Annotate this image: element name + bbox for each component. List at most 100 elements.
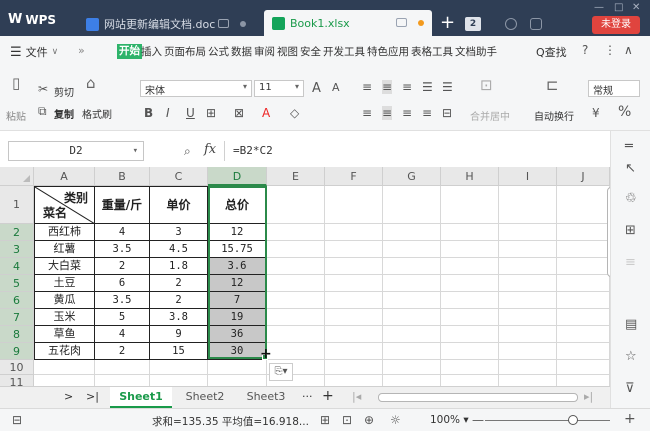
- fx-label[interactable]: fx: [204, 142, 216, 157]
- page-break-view-icon[interactable]: ⊡: [342, 413, 352, 427]
- name-cell[interactable]: 土豆: [34, 275, 95, 292]
- minimize-icon[interactable]: —: [594, 2, 604, 13]
- more-sheets-icon[interactable]: ···: [302, 390, 313, 403]
- total-cell[interactable]: 19: [208, 309, 267, 326]
- grid-cell[interactable]: [150, 360, 208, 375]
- tab-review[interactable]: 审阅: [253, 44, 276, 59]
- grid-cell[interactable]: [441, 258, 499, 275]
- grid-cell[interactable]: [383, 241, 441, 258]
- zoom-icon[interactable]: ⌕: [184, 144, 191, 159]
- eye-protection-icon[interactable]: ☼: [390, 413, 401, 427]
- grid-cell[interactable]: [441, 275, 499, 292]
- tab-features[interactable]: 特色应用: [366, 44, 410, 59]
- percent-icon[interactable]: %: [618, 104, 631, 120]
- collapse-ribbon-icon[interactable]: ∧: [624, 43, 633, 57]
- fill-color-icon[interactable]: ⊠: [234, 106, 244, 120]
- font-color-icon[interactable]: A: [262, 106, 270, 120]
- name-cell[interactable]: 红薯: [34, 241, 95, 258]
- grid-cell[interactable]: [383, 326, 441, 343]
- price-cell[interactable]: 3: [150, 224, 208, 241]
- weight-cell[interactable]: 3.5: [95, 292, 150, 309]
- window-count-badge[interactable]: 2: [465, 17, 481, 31]
- zoom-out-button[interactable]: —: [472, 413, 484, 427]
- grid-cell[interactable]: [383, 186, 441, 224]
- grid-cell[interactable]: [325, 375, 383, 386]
- tab-document[interactable]: 网站更新编辑文档.doc: [78, 12, 260, 36]
- grid-cell[interactable]: [208, 360, 267, 375]
- price-cell[interactable]: 1.8: [150, 258, 208, 275]
- grid-cell[interactable]: [499, 343, 557, 360]
- grid-cell[interactable]: [383, 292, 441, 309]
- scroll-right-icon[interactable]: ▸|: [584, 390, 593, 403]
- align-top-icon[interactable]: ≡: [362, 80, 372, 94]
- weight-cell[interactable]: 2: [95, 343, 150, 360]
- justify-icon[interactable]: ≡: [422, 106, 432, 120]
- grid-cell[interactable]: [383, 343, 441, 360]
- align-center-icon[interactable]: ≡: [382, 106, 393, 120]
- tab-view[interactable]: 视图: [276, 44, 299, 59]
- grid-cell[interactable]: [441, 326, 499, 343]
- column-header-selected[interactable]: D: [208, 167, 267, 186]
- indent-increase-icon[interactable]: ☰: [442, 80, 453, 94]
- row-header[interactable]: 4: [0, 258, 34, 275]
- paste-button[interactable]: 粘贴: [6, 108, 26, 123]
- grid-cell[interactable]: [441, 241, 499, 258]
- close-icon[interactable]: ✕: [632, 2, 640, 13]
- filter-icon[interactable]: ≡: [625, 255, 636, 270]
- total-cell[interactable]: 12: [208, 275, 267, 292]
- search-button[interactable]: Q查找: [536, 44, 567, 60]
- export-icon[interactable]: ⊽: [625, 381, 635, 396]
- grid-cell[interactable]: [383, 275, 441, 292]
- grid-cell[interactable]: [325, 360, 383, 375]
- wrap-text-icon[interactable]: ⊏: [546, 76, 559, 94]
- grid-cell[interactable]: [383, 224, 441, 241]
- tab-workbook[interactable]: Book1.xlsx: [264, 10, 432, 36]
- status-icon[interactable]: ⊟: [12, 413, 22, 427]
- shapes-icon[interactable]: ♲: [625, 191, 637, 206]
- normal-view-icon[interactable]: ⊞: [320, 413, 330, 427]
- grid-cell[interactable]: [325, 326, 383, 343]
- paste-icon[interactable]: ▯: [12, 74, 20, 92]
- grid-cell[interactable]: [34, 360, 95, 375]
- help-icon[interactable]: ?: [582, 43, 588, 57]
- tab-insert[interactable]: 插入: [140, 44, 163, 59]
- grid-cell[interactable]: [557, 343, 610, 360]
- window-mode-icon[interactable]: [218, 19, 229, 28]
- name-cell[interactable]: 西红柿: [34, 224, 95, 241]
- italic-icon[interactable]: I: [166, 106, 170, 120]
- last-sheet-icon[interactable]: >|: [86, 390, 99, 403]
- column-header[interactable]: E: [267, 167, 325, 186]
- more-menu-button[interactable]: »: [78, 44, 85, 57]
- grid-cell[interactable]: [208, 375, 267, 386]
- price-cell[interactable]: 3.8: [150, 309, 208, 326]
- grid-cell[interactable]: [557, 326, 610, 343]
- borders-icon[interactable]: ⊞: [206, 106, 216, 120]
- row-header[interactable]: 7: [0, 309, 34, 326]
- row-header[interactable]: 3: [0, 241, 34, 258]
- row-header[interactable]: 6: [0, 292, 34, 309]
- file-menu[interactable]: ☰ 文件 ∨: [10, 44, 58, 60]
- weight-cell[interactable]: 3.5: [95, 241, 150, 258]
- grid-cell[interactable]: [557, 309, 610, 326]
- format-painter-button[interactable]: 格式刷: [82, 106, 112, 121]
- grid-cell[interactable]: [150, 375, 208, 386]
- tab-data[interactable]: 数据: [230, 44, 253, 59]
- autofill-options-button[interactable]: ⎘▾: [269, 363, 293, 381]
- tab-formulas[interactable]: 公式: [207, 44, 230, 59]
- grid-cell[interactable]: [267, 224, 325, 241]
- grid-cell[interactable]: [441, 360, 499, 375]
- window-mode-icon[interactable]: [396, 18, 407, 27]
- font-size-select[interactable]: 11 ▾: [254, 80, 304, 97]
- price-cell[interactable]: 15: [150, 343, 208, 360]
- grid-cell[interactable]: [95, 375, 150, 386]
- column-header[interactable]: G: [383, 167, 441, 186]
- header-cell-weight[interactable]: 重量/斤: [95, 186, 150, 224]
- grid-cell[interactable]: [383, 258, 441, 275]
- bold-icon[interactable]: B: [144, 106, 153, 120]
- font-name-select[interactable]: 宋体 ▾: [140, 80, 252, 97]
- grid-cell[interactable]: [267, 275, 325, 292]
- name-box[interactable]: D2 ▾: [8, 141, 144, 161]
- grid-cell[interactable]: [325, 309, 383, 326]
- grid-cell[interactable]: [441, 343, 499, 360]
- zoom-slider-knob[interactable]: [568, 415, 578, 425]
